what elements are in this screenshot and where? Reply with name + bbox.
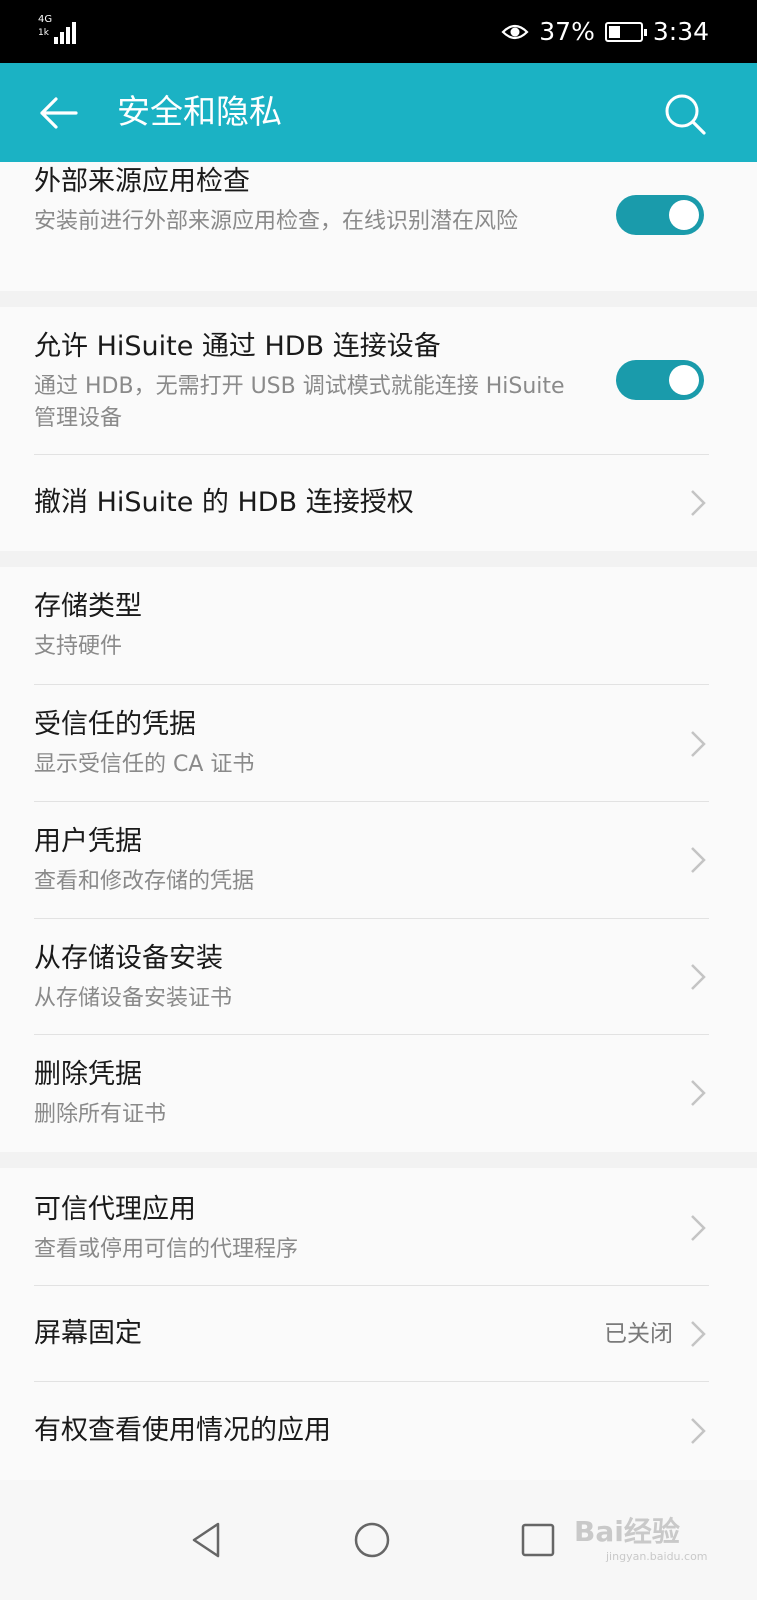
row-trusted-credentials[interactable]: 受信任的凭据 显示受信任的 CA 证书	[0, 685, 757, 802]
row-revoke-hdb[interactable]: 撤消 HiSuite 的 HDB 连接授权	[0, 455, 757, 551]
page-title: 安全和隐私	[117, 92, 282, 131]
row-delete-credentials[interactable]: 删除凭据 删除所有证书	[0, 1035, 757, 1152]
row-subtitle: 从存储设备安装证书	[34, 986, 233, 1011]
row-user-credentials[interactable]: 用户凭据 查看和修改存储的凭据	[0, 802, 757, 919]
battery-percent: 37%	[539, 17, 595, 46]
allow-hdb-toggle[interactable]	[616, 360, 704, 400]
row-storage-type[interactable]: 存储类型 支持硬件	[0, 567, 757, 685]
row-title: 外部来源应用检查	[34, 166, 250, 197]
signal-bars-icon	[54, 18, 82, 44]
section-hdb: 允许 HiSuite 通过 HDB 连接设备 通过 HDB，无需打开 USB 调…	[0, 307, 757, 551]
battery-icon	[604, 22, 647, 42]
chevron-right-icon	[691, 964, 706, 990]
chevron-right-icon	[691, 490, 706, 516]
status-right: 37% 3:34	[501, 16, 709, 48]
toggle-knob	[669, 200, 699, 230]
row-title: 从存储设备安装	[34, 943, 223, 974]
row-title: 有权查看使用情况的应用	[34, 1415, 331, 1446]
chevron-right-icon	[691, 1080, 706, 1106]
toggle-knob	[669, 365, 699, 395]
watermark-logo: Bai经验	[574, 1515, 680, 1548]
row-title: 存储类型	[34, 591, 142, 622]
square-recents-icon[interactable]	[518, 1520, 558, 1560]
section-credentials: 存储类型 支持硬件 受信任的凭据 显示受信任的 CA 证书 用户凭据 查看和修改…	[0, 567, 757, 1152]
chevron-right-icon	[691, 1418, 706, 1444]
search-icon[interactable]	[662, 91, 708, 137]
row-title: 撤消 HiSuite 的 HDB 连接授权	[34, 487, 414, 518]
chevron-right-icon	[691, 1215, 706, 1241]
circle-home-icon[interactable]	[352, 1520, 392, 1560]
chevron-right-icon	[691, 847, 706, 873]
row-title: 允许 HiSuite 通过 HDB 连接设备	[34, 331, 441, 362]
row-trust-agents[interactable]: 可信代理应用 查看或停用可信的代理程序	[0, 1168, 757, 1285]
row-subtitle: 安装前进行外部来源应用检查，在线识别潜在风险	[34, 209, 519, 234]
row-screen-pinning[interactable]: 屏幕固定 已关闭	[0, 1286, 757, 1382]
row-usage-access[interactable]: 有权查看使用情况的应用	[0, 1382, 757, 1480]
row-title: 用户凭据	[34, 826, 142, 857]
section-external-check: 外部来源应用检查 安装前进行外部来源应用检查，在线识别潜在风险	[0, 162, 757, 291]
row-subtitle: 通过 HDB，无需打开 USB 调试模式就能连接 HiSuite 管理设备	[34, 374, 565, 431]
watermark-url: jingyan.baidu.com	[606, 1550, 708, 1563]
status-bar: 4G 1k 37% 3:34	[0, 0, 757, 63]
row-subtitle: 删除所有证书	[34, 1102, 167, 1127]
row-title: 受信任的凭据	[34, 709, 196, 740]
triangle-back-icon[interactable]	[186, 1520, 226, 1560]
eye-comfort-icon	[501, 24, 529, 40]
arrow-left-icon[interactable]	[36, 91, 80, 135]
baidu-jingyan-watermark: Bai经验 jingyan.baidu.com	[568, 1488, 708, 1578]
network-speed: 1k	[38, 28, 49, 38]
row-subtitle: 显示受信任的 CA 证书	[34, 752, 255, 777]
row-title: 可信代理应用	[34, 1194, 196, 1225]
section-advanced: 可信代理应用 查看或停用可信的代理程序 屏幕固定 已关闭 有权查看使用情况的应用	[0, 1168, 757, 1480]
row-subtitle: 查看和修改存储的凭据	[34, 869, 255, 894]
external-check-toggle[interactable]	[616, 195, 704, 235]
row-subtitle: 支持硬件	[34, 634, 123, 659]
chevron-right-icon	[691, 731, 706, 757]
row-subtitle: 查看或停用可信的代理程序	[34, 1237, 299, 1262]
clock: 3:34	[652, 17, 709, 46]
row-title: 屏幕固定	[34, 1318, 142, 1349]
screen-pinning-status: 已关闭	[604, 1321, 673, 1347]
chevron-right-icon	[691, 1321, 706, 1347]
row-install-from-storage[interactable]: 从存储设备安装 从存储设备安装证书	[0, 919, 757, 1035]
row-allow-hdb[interactable]: 允许 HiSuite 通过 HDB 连接设备 通过 HDB，无需打开 USB 调…	[0, 307, 757, 455]
battery-fill	[608, 26, 620, 38]
network-type: 4G	[38, 14, 53, 25]
row-title: 删除凭据	[34, 1059, 142, 1090]
signal-indicator: 4G 1k	[38, 14, 82, 46]
app-bar: 安全和隐私	[0, 63, 757, 162]
row-external-check[interactable]: 外部来源应用检查 安装前进行外部来源应用检查，在线识别潜在风险	[0, 162, 757, 291]
